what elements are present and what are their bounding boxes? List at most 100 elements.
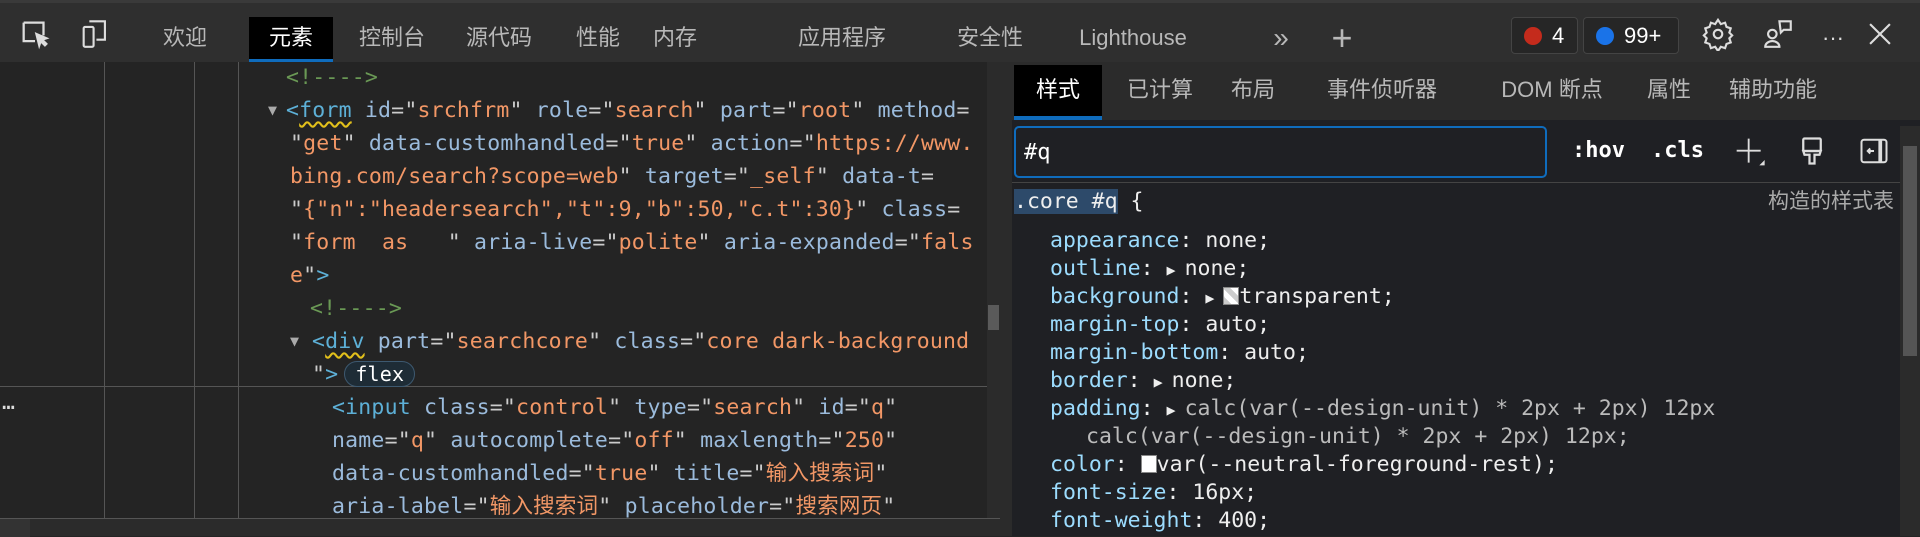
expand-triangle-icon[interactable]: ▼ [268, 94, 277, 127]
css-declaration[interactable]: appearance: none; [1050, 227, 1270, 255]
dom-node-line[interactable]: <!----> [310, 292, 402, 325]
expand-shorthand-icon[interactable]: ▶ [1167, 401, 1185, 419]
code-token: > [325, 362, 339, 387]
stylesheet-source-link[interactable]: 构造的样式表 [1768, 188, 1894, 216]
styles-tab-3[interactable]: 事件侦听器 [1302, 65, 1462, 120]
paint-brush-icon[interactable] [1797, 134, 1827, 168]
css-property-name[interactable]: color [1050, 452, 1115, 477]
styles-tab-6[interactable]: 辅助功能 [1718, 65, 1828, 120]
css-declaration[interactable]: font-size: 16px; [1050, 479, 1257, 507]
css-declaration[interactable]: padding: ▶ calc(var(--design-unit) * 2px… [1050, 395, 1715, 424]
tab-3[interactable]: 源代码 [458, 17, 540, 63]
code-token: " [697, 230, 711, 255]
more-options-button[interactable]: ··· [1815, 17, 1851, 63]
css-property-name[interactable]: font-weight [1050, 508, 1192, 533]
expand-shorthand-icon[interactable]: ▶ [1205, 289, 1223, 307]
dom-node-line[interactable]: "form as " aria-live="polite" aria-expan… [290, 226, 974, 259]
code-token: core dark-background [706, 329, 970, 354]
css-declaration[interactable]: background: ▶ transparent; [1050, 283, 1395, 312]
css-property-value[interactable]: calc(var(--design-unit) * 2px + 2px) 12p… [1185, 396, 1716, 421]
css-property-value[interactable]: transparent; [1239, 284, 1394, 309]
css-property-name[interactable]: padding [1050, 396, 1141, 421]
dom-node-line[interactable]: <form id="srchfrm" role="search" part="r… [286, 94, 970, 127]
css-property-value[interactable]: auto; [1205, 312, 1270, 337]
css-property-name[interactable]: margin-top [1050, 312, 1179, 337]
tab-1[interactable]: 元素 [249, 17, 333, 63]
css-property-name[interactable]: outline [1050, 256, 1141, 281]
tab-8[interactable]: Lighthouse [1048, 17, 1218, 63]
rule-selector[interactable]: .core #q [1014, 189, 1118, 214]
new-rule-icon[interactable] [1734, 136, 1766, 168]
styles-tab-4[interactable]: DOM 断点 [1482, 65, 1622, 120]
tab-7[interactable]: 安全性 [948, 17, 1032, 63]
dom-node-line[interactable]: <input class="control" type="search" id=… [332, 391, 897, 424]
dom-node-line[interactable]: name="q" autocomplete="off" maxlength="2… [332, 424, 897, 457]
panel-divider[interactable] [1000, 62, 1012, 536]
css-declaration[interactable]: margin-bottom: auto; [1050, 339, 1309, 367]
color-swatch[interactable] [1140, 455, 1157, 473]
css-declaration[interactable]: calc(var(--design-unit) * 2px + 2px) 12p… [1086, 423, 1630, 451]
dom-node-line[interactable]: "{"n":"headersearch","t":9,"b":50,"c.t":… [290, 193, 960, 226]
hover-state-button[interactable]: :hov [1572, 138, 1625, 163]
dom-scrollbar[interactable] [987, 62, 1000, 518]
css-property-value[interactable]: none; [1185, 256, 1250, 281]
css-property-value[interactable]: var(--neutral-foreground-rest); [1157, 452, 1558, 477]
feedback-icon[interactable] [1761, 17, 1795, 51]
styles-tab-0[interactable]: 样式 [1014, 65, 1102, 120]
code-token: = [947, 197, 961, 222]
scrollbar-thumb[interactable] [1903, 146, 1917, 356]
class-toggle-button[interactable]: .cls [1651, 138, 1704, 163]
styles-scrollbar[interactable] [1900, 126, 1920, 536]
dom-node-line[interactable]: <!----> [286, 62, 378, 94]
css-property-value[interactable]: 400; [1218, 508, 1270, 533]
styles-filter-input[interactable] [1014, 126, 1547, 178]
css-property-name[interactable]: background [1050, 284, 1179, 309]
tab-4[interactable]: 性能 [566, 17, 630, 63]
css-property-name[interactable]: border [1050, 368, 1128, 393]
expand-shorthand-icon[interactable]: ▶ [1154, 373, 1172, 391]
css-declaration[interactable]: border: ▶ none; [1050, 367, 1236, 396]
tab-6[interactable]: 应用程序 [786, 17, 898, 63]
dom-node-line[interactable]: bing.com/search?scope=web" target="_self… [290, 160, 934, 193]
gear-icon[interactable] [1701, 17, 1735, 51]
css-declaration[interactable]: outline: ▶ none; [1050, 255, 1249, 284]
dom-node-line[interactable]: e"> [290, 259, 329, 292]
color-swatch[interactable] [1223, 287, 1240, 305]
css-declaration[interactable]: font-weight: 400; [1050, 507, 1270, 535]
more-tabs-button[interactable]: » [1266, 17, 1296, 63]
css-property-value[interactable]: calc(var(--design-unit) * 2px + 2px) 12p… [1086, 424, 1630, 449]
device-emulation-icon[interactable] [78, 17, 112, 51]
styles-tab-2[interactable]: 布局 [1218, 65, 1288, 120]
css-property-value[interactable]: 16px; [1192, 480, 1257, 505]
styles-tab-1[interactable]: 已计算 [1112, 65, 1208, 120]
dom-node-line[interactable]: <div part="searchcore" class="core dark-… [312, 325, 969, 358]
css-declaration[interactable]: margin-top: auto; [1050, 311, 1270, 339]
scrollbar-thumb[interactable] [988, 305, 999, 330]
css-declaration[interactable]: color: var(--neutral-foreground-rest); [1050, 451, 1558, 479]
messages-badge[interactable]: 99+ [1583, 17, 1679, 54]
inspect-element-icon[interactable] [18, 17, 52, 51]
tab-2[interactable]: 控制台 [348, 17, 436, 63]
expand-shorthand-icon[interactable]: ▶ [1167, 261, 1185, 279]
expand-triangle-icon[interactable]: ▼ [290, 325, 299, 358]
errors-badge[interactable]: 4 [1511, 17, 1578, 54]
css-property-name[interactable]: margin-bottom [1050, 340, 1218, 365]
tab-5[interactable]: 内存 [641, 17, 709, 63]
dom-node-line[interactable]: aria-label="输入搜索词" placeholder="搜索网页" [332, 490, 895, 518]
dom-node-line[interactable]: "get" data-customhandled="true" action="… [290, 127, 974, 160]
dom-node-line[interactable]: data-customhandled="true" title="输入搜索词" [332, 457, 887, 490]
tab-0[interactable]: 欢迎 [150, 17, 220, 63]
css-property-value[interactable]: none; [1205, 228, 1270, 253]
css-property-value[interactable]: none; [1172, 368, 1237, 393]
add-tab-button[interactable]: + [1322, 17, 1362, 63]
flex-badge[interactable]: flex [344, 361, 416, 387]
css-property-name[interactable]: font-size [1050, 480, 1167, 505]
css-property-name[interactable]: appearance [1050, 228, 1179, 253]
code-token: aria-live [460, 230, 593, 255]
styles-tab-5[interactable]: 属性 [1634, 65, 1704, 120]
toggle-sidebar-icon[interactable] [1858, 136, 1890, 166]
dom-node-line[interactable]: "> flex [312, 358, 416, 391]
close-icon[interactable] [1863, 17, 1897, 51]
css-property-value[interactable]: auto; [1244, 340, 1309, 365]
row-actions-ellipsis[interactable]: … [2, 386, 15, 419]
